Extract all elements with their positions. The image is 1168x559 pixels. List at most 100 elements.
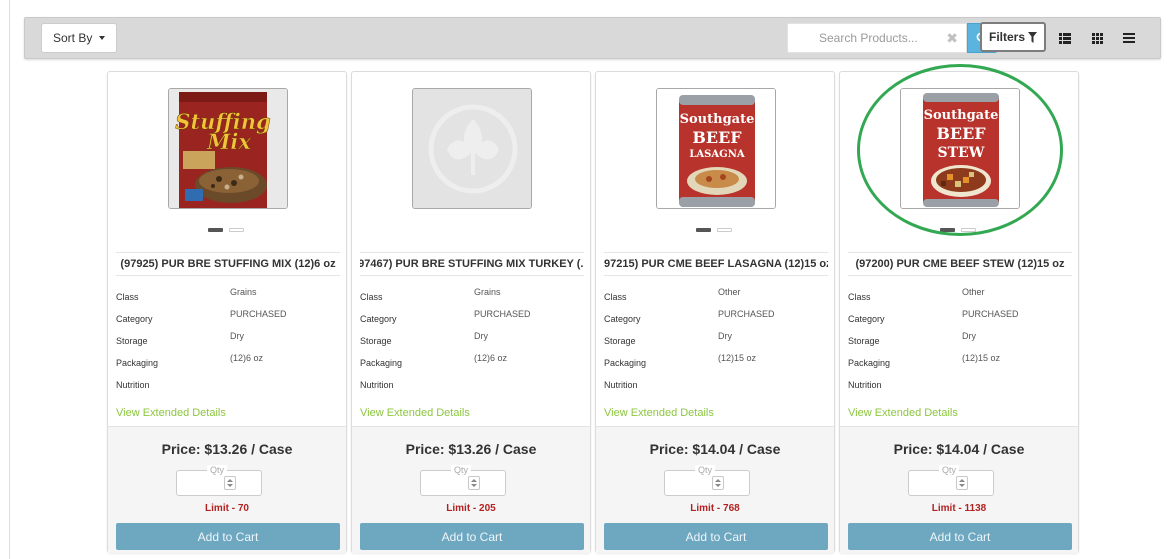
product-image-placeholder[interactable] bbox=[412, 88, 532, 209]
product-attributes: Class Other Category PURCHASED Storage Dry … bbox=[604, 284, 828, 394]
grid-view-icon bbox=[1091, 32, 1103, 44]
limit-text: Limit - 70 bbox=[205, 503, 249, 514]
add-to-cart-button[interactable]: Add to Cart bbox=[604, 523, 828, 550]
image-carousel-dots bbox=[940, 228, 976, 232]
view-extended-details-link[interactable]: View Extended Details bbox=[360, 407, 470, 419]
add-to-cart-button[interactable]: Add to Cart bbox=[360, 523, 584, 550]
category-value: PURCHASED bbox=[230, 309, 287, 319]
close-icon[interactable]: ✖ bbox=[946, 30, 958, 47]
compact-list-button[interactable] bbox=[1114, 23, 1144, 53]
qty-label: Qty bbox=[939, 465, 960, 475]
list-view-button[interactable] bbox=[1050, 23, 1080, 53]
product-card: Southgate BEEF STEW (97200) PUR CME BEEF… bbox=[839, 71, 1079, 553]
class-value: Other bbox=[718, 287, 741, 297]
image-carousel-dots bbox=[208, 228, 244, 232]
add-to-cart-button[interactable]: Add to Cart bbox=[848, 523, 1072, 550]
product-card: Southgate BEEF LASAGNA (97215) PUR CME B… bbox=[595, 71, 835, 553]
nutrition-label: Nutrition bbox=[848, 380, 882, 390]
qty-label: Qty bbox=[207, 465, 228, 475]
price-text: Price: $14.04 / Case bbox=[893, 441, 1025, 457]
limit-text: Limit - 768 bbox=[690, 503, 740, 514]
nutrition-label: Nutrition bbox=[116, 380, 150, 390]
carousel-dot[interactable] bbox=[961, 228, 976, 232]
box-brand-line2: Mix bbox=[206, 129, 251, 154]
nutrition-label: Nutrition bbox=[360, 380, 394, 390]
packaging-value: (12)15 oz bbox=[962, 353, 1001, 363]
price-section: Price: $14.04 / Case Qty Limit - 1138 Ad… bbox=[840, 426, 1078, 553]
class-value: Grains bbox=[474, 287, 501, 297]
product-image-stuffing-mix[interactable]: Stuffing Mix bbox=[168, 88, 288, 209]
packaging-value: (12)6 oz bbox=[474, 353, 508, 363]
price-text: Price: $13.26 / Case bbox=[405, 441, 537, 457]
filter-icon bbox=[1028, 31, 1037, 43]
packaging-value: (12)6 oz bbox=[230, 353, 264, 363]
price-section: Price: $13.26 / Case Qty Limit - 70 Add … bbox=[108, 426, 346, 553]
carousel-dot-active[interactable] bbox=[208, 228, 223, 232]
price-text: Price: $14.04 / Case bbox=[649, 441, 781, 457]
caret-down-icon bbox=[99, 36, 106, 40]
can-line2: LASAGNA bbox=[689, 149, 744, 160]
quantity-field[interactable]: Qty bbox=[664, 465, 750, 496]
add-to-cart-button[interactable]: Add to Cart bbox=[116, 523, 340, 550]
limit-text: Limit - 1138 bbox=[931, 503, 987, 514]
quantity-stepper[interactable] bbox=[956, 476, 968, 490]
quantity-field[interactable]: Qty bbox=[420, 465, 506, 496]
carousel-dot[interactable] bbox=[717, 228, 732, 232]
product-image-beef-lasagna[interactable]: Southgate BEEF LASAGNA bbox=[656, 88, 776, 209]
category-label: Category bbox=[604, 314, 641, 324]
class-label: Class bbox=[360, 292, 383, 302]
view-extended-details-link[interactable]: View Extended Details bbox=[604, 407, 714, 419]
limit-text: Limit - 205 bbox=[446, 503, 496, 514]
can-line1: BEEF bbox=[692, 128, 742, 147]
category-value: PURCHASED bbox=[474, 309, 531, 319]
packaging-label: Packaging bbox=[848, 358, 891, 368]
grid-view-button[interactable] bbox=[1082, 23, 1112, 53]
filters-button[interactable]: Filters bbox=[980, 22, 1046, 52]
beef-stew-can-image: Southgate BEEF STEW bbox=[901, 89, 1019, 208]
nutrition-label: Nutrition bbox=[604, 380, 638, 390]
category-label: Category bbox=[116, 314, 153, 324]
sort-by-dropdown[interactable]: Sort By bbox=[41, 23, 118, 53]
product-attributes: Class Other Category PURCHASED Storage Dry … bbox=[848, 284, 1072, 394]
price-section: Price: $13.26 / Case Qty Limit - 205 Add… bbox=[352, 426, 590, 553]
storage-value: Dry bbox=[962, 331, 976, 341]
view-extended-details-link[interactable]: View Extended Details bbox=[848, 407, 958, 419]
class-label: Class bbox=[848, 292, 871, 302]
storage-label: Storage bbox=[116, 336, 148, 346]
can-brand: Southgate bbox=[680, 112, 755, 127]
sort-by-label: Sort By bbox=[53, 31, 93, 45]
quantity-field[interactable]: Qty bbox=[908, 465, 994, 496]
carousel-dot-active[interactable] bbox=[696, 228, 711, 232]
quantity-stepper[interactable] bbox=[468, 476, 480, 490]
qty-label: Qty bbox=[695, 465, 716, 475]
category-label: Category bbox=[848, 314, 885, 324]
category-value: PURCHASED bbox=[718, 309, 775, 319]
carousel-dot-active[interactable] bbox=[940, 228, 955, 232]
product-card: (97467) PUR BRE STUFFING MIX TURKEY (...… bbox=[351, 71, 591, 553]
beef-lasagna-can-image: Southgate BEEF LASAGNA bbox=[657, 89, 775, 208]
quantity-stepper[interactable] bbox=[224, 476, 236, 490]
product-image-beef-stew[interactable]: Southgate BEEF STEW bbox=[900, 88, 1020, 209]
category-label: Category bbox=[360, 314, 397, 324]
qty-label: Qty bbox=[451, 465, 472, 475]
image-carousel-dots bbox=[696, 228, 732, 232]
storage-label: Storage bbox=[360, 336, 392, 346]
storage-value: Dry bbox=[230, 331, 244, 341]
quantity-stepper[interactable] bbox=[712, 476, 724, 490]
stuffing-mix-box-image: Stuffing Mix bbox=[169, 89, 287, 208]
storage-label: Storage bbox=[848, 336, 880, 346]
leaf-placeholder-icon bbox=[413, 89, 531, 208]
storage-value: Dry bbox=[474, 331, 488, 341]
search-input[interactable] bbox=[788, 24, 938, 52]
price-text: Price: $13.26 / Case bbox=[161, 441, 293, 457]
search-box: ✖ bbox=[787, 23, 967, 53]
page-left-border bbox=[9, 0, 10, 559]
filters-label: Filters bbox=[988, 30, 1025, 44]
packaging-label: Packaging bbox=[116, 358, 159, 368]
quantity-field[interactable]: Qty bbox=[176, 465, 262, 496]
product-attributes: Class Grains Category PURCHASED Storage Dry… bbox=[116, 284, 340, 394]
view-extended-details-link[interactable]: View Extended Details bbox=[116, 407, 226, 419]
class-label: Class bbox=[604, 292, 627, 302]
storage-label: Storage bbox=[604, 336, 636, 346]
carousel-dot[interactable] bbox=[229, 228, 244, 232]
